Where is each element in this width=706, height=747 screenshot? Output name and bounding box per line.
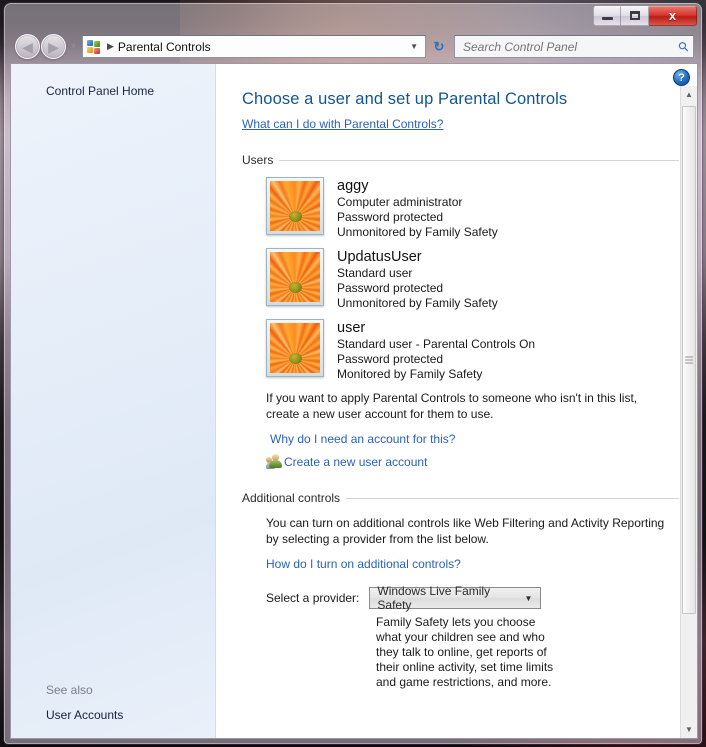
control-panel-icon [86, 39, 102, 55]
user-account-type: Computer administrator [337, 195, 463, 209]
user-info: user Standard user - Parental Controls O… [337, 319, 535, 382]
additional-controls-body: You can turn on additional controls like… [266, 515, 697, 690]
why-need-account-link[interactable]: Why do I need an account for this? [270, 432, 455, 446]
users-list: aggy Computer administrator Password pro… [242, 177, 697, 382]
client-area: Control Panel Home See also User Account… [10, 63, 698, 739]
user-account-type: Standard user [337, 266, 413, 280]
provider-select[interactable]: Windows Live Family Safety ▼ [369, 584, 542, 612]
scroll-up-button[interactable]: ▲ [681, 86, 697, 103]
sidebar: Control Panel Home See also User Account… [11, 64, 216, 738]
address-bar[interactable]: ▶ Parental Controls ▼ [82, 35, 426, 58]
user-row-aggy[interactable]: aggy Computer administrator Password pro… [242, 177, 697, 240]
how-turn-on-controls-link[interactable]: How do I turn on additional controls? [266, 557, 461, 571]
provider-row: Select a provider: Windows Live Family S… [266, 584, 697, 612]
page-title: Choose a user and set up Parental Contro… [242, 90, 568, 108]
provider-label: Select a provider: [266, 591, 360, 605]
section-divider [279, 159, 679, 161]
see-also-section: See also User Accounts [46, 683, 123, 722]
see-also-label: See also [46, 683, 93, 697]
recent-pages-button[interactable]: ▼ [67, 42, 80, 51]
maximize-button[interactable] [621, 5, 649, 26]
parental-controls-window: x ◀ ▶ ▼ ▶ Parental Controls ▼ ↻ ⚲ [4, 3, 702, 744]
maximize-icon [629, 11, 640, 20]
minimize-icon [601, 17, 613, 20]
user-monitoring-status: Unmonitored by Family Safety [337, 225, 498, 239]
refresh-button[interactable]: ↻ [428, 35, 450, 58]
back-arrow-icon: ◀ [22, 38, 33, 55]
create-account-row[interactable]: Create a new user account [266, 454, 697, 469]
forward-button[interactable]: ▶ [41, 34, 66, 59]
user-name: user [337, 320, 366, 336]
minimize-button[interactable] [593, 5, 621, 26]
search-input[interactable] [461, 38, 680, 55]
user-monitoring-status: Monitored by Family Safety [337, 367, 483, 381]
user-row-updatususer[interactable]: UpdatusUser Standard user Password prote… [242, 248, 697, 311]
user-account-type: Standard user - Parental Controls On [337, 337, 536, 351]
address-dropdown-icon[interactable]: ▼ [405, 42, 423, 51]
breadcrumb-parental-controls[interactable]: Parental Controls [118, 40, 211, 54]
user-row-user[interactable]: user Standard user - Parental Controls O… [242, 319, 697, 382]
additional-controls-note: You can turn on additional controls like… [266, 516, 665, 546]
provider-selected-value: Windows Live Family Safety [377, 584, 491, 612]
caret-up-icon: ▲ [685, 90, 693, 99]
provider-description: Family Safety lets you choose what your … [376, 615, 554, 689]
scroll-down-button[interactable]: ▼ [681, 721, 697, 738]
close-button[interactable]: x [649, 5, 697, 26]
title-bar: x [5, 4, 701, 30]
what-can-i-do-link[interactable]: What can I do with Parental Controls? [242, 117, 443, 131]
help-button[interactable]: ? [673, 69, 690, 86]
users-section-header: Users [242, 153, 679, 167]
avatar [266, 319, 324, 377]
scrollbar-thumb[interactable] [682, 106, 696, 614]
navigation-bar: ◀ ▶ ▼ ▶ Parental Controls ▼ ↻ ⚲ [5, 30, 701, 63]
avatar [266, 177, 324, 235]
vertical-scrollbar[interactable]: ▲ ▼ [680, 86, 697, 738]
scrollbar-grip-icon [685, 356, 693, 364]
users-section-label: Users [242, 153, 274, 167]
user-info: aggy Computer administrator Password pro… [337, 177, 498, 240]
user-password-status: Password protected [337, 281, 444, 295]
breadcrumb-separator-icon: ▶ [107, 41, 114, 51]
content-pane: ? Choose a user and set up Parental Cont… [216, 64, 697, 738]
sidebar-item-user-accounts[interactable]: User Accounts [46, 708, 123, 722]
additional-controls-label: Additional controls [242, 491, 341, 505]
user-name: aggy [337, 178, 369, 194]
additional-controls-section-header: Additional controls [242, 491, 679, 505]
create-new-user-account-link[interactable]: Create a new user account [284, 455, 427, 469]
refresh-icon: ↻ [433, 38, 445, 54]
user-name: UpdatusUser [337, 249, 422, 265]
chevron-down-icon: ▼ [69, 42, 78, 51]
forward-arrow-icon: ▶ [48, 38, 59, 55]
chevron-down-icon: ▼ [524, 593, 533, 603]
user-monitoring-status: Unmonitored by Family Safety [337, 296, 498, 310]
sidebar-item-control-panel-home[interactable]: Control Panel Home [46, 84, 154, 98]
section-divider [346, 497, 679, 499]
users-group-icon [266, 454, 283, 469]
window-controls: x [593, 5, 697, 26]
apply-controls-note: If you want to apply Parental Controls t… [266, 391, 638, 421]
close-icon: x [668, 8, 677, 23]
avatar [266, 248, 324, 306]
question-mark-icon: ? [678, 71, 685, 84]
caret-down-icon: ▼ [685, 725, 693, 734]
user-info: UpdatusUser Standard user Password prote… [337, 248, 498, 311]
user-password-status: Password protected [337, 352, 444, 366]
back-button[interactable]: ◀ [15, 34, 40, 59]
user-password-status: Password protected [337, 210, 444, 224]
search-box[interactable]: ⚲ [454, 35, 694, 58]
